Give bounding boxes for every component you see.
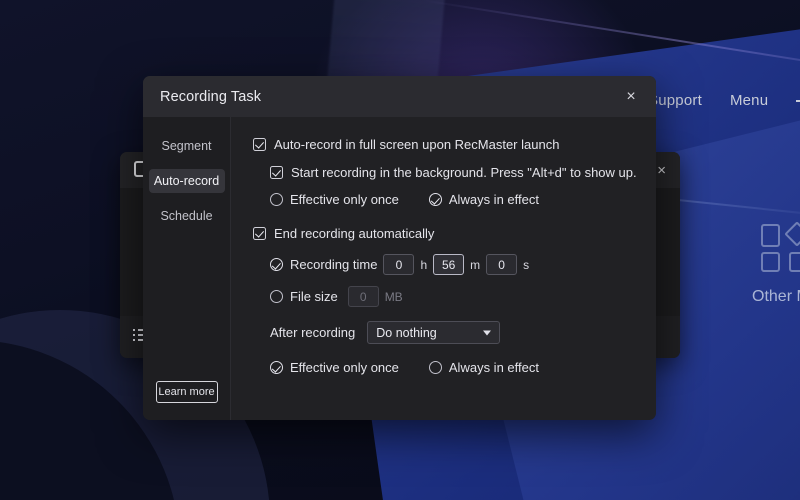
- autorecord-always-radio[interactable]: [428, 193, 442, 206]
- recording-time-radio[interactable]: [270, 258, 283, 271]
- minimize-dash-icon[interactable]: [796, 99, 800, 102]
- background-recording-checkbox[interactable]: [270, 166, 283, 179]
- auto-record-fullscreen-checkbox[interactable]: [253, 138, 266, 151]
- close-icon[interactable]: ×: [620, 86, 642, 108]
- background-recording-label: Start recording in the background. Press…: [291, 165, 637, 180]
- dialog-titlebar: Recording Task ×: [143, 76, 656, 117]
- end-recording-label: End recording automatically: [274, 226, 435, 241]
- file-size-option[interactable]: File size: [270, 289, 338, 304]
- hours-input[interactable]: [383, 254, 415, 275]
- autorecord-effective-once-radio[interactable]: [270, 193, 283, 206]
- dialog-content: Auto-record in full screen upon RecMaste…: [231, 117, 656, 420]
- after-effective-once-radio[interactable]: [270, 361, 283, 374]
- background-recording-row[interactable]: Start recording in the background. Press…: [253, 165, 638, 180]
- background-window-close-icon[interactable]: ×: [657, 163, 666, 178]
- other-mode-grid-icon: [759, 221, 800, 274]
- autorecord-effect-radio-group: Effective only once Always in effect: [253, 192, 638, 207]
- learn-more-button[interactable]: Learn more: [155, 381, 218, 403]
- seconds-unit-label: s: [523, 257, 530, 272]
- file-size-unit-label: MB: [384, 289, 403, 304]
- autorecord-effective-once-option[interactable]: Effective only once: [270, 192, 399, 207]
- hours-unit-label: h: [420, 257, 428, 272]
- desktop-background: Support Menu Other Mo × Recording Task ×…: [0, 0, 800, 500]
- autorecord-always-label: Always in effect: [448, 192, 539, 207]
- sidebar-item-schedule[interactable]: Schedule: [149, 204, 225, 228]
- after-recording-select-wrapper: Do nothing: [367, 321, 501, 344]
- file-size-input[interactable]: [347, 286, 379, 307]
- recording-time-label: Recording time: [290, 257, 378, 272]
- support-link[interactable]: Support: [648, 92, 702, 109]
- recording-task-dialog: Recording Task × Segment Auto-record Sch…: [143, 76, 656, 420]
- file-size-row: File size MB: [253, 286, 638, 307]
- after-recording-select[interactable]: Do nothing: [367, 321, 501, 344]
- minutes-input[interactable]: [433, 254, 465, 275]
- minutes-unit-label: m: [470, 257, 481, 272]
- after-effective-once-label: Effective only once: [290, 360, 399, 375]
- after-always-option[interactable]: Always in effect: [428, 360, 539, 375]
- end-recording-row[interactable]: End recording automatically: [253, 226, 638, 241]
- file-size-radio[interactable]: [270, 290, 283, 303]
- recording-time-option[interactable]: Recording time: [270, 257, 377, 272]
- end-recording-checkbox[interactable]: [253, 227, 266, 240]
- after-always-label: Always in effect: [448, 360, 539, 375]
- autorecord-effective-once-label: Effective only once: [290, 192, 399, 207]
- auto-record-fullscreen-row[interactable]: Auto-record in full screen upon RecMaste…: [253, 137, 638, 152]
- dialog-body: Segment Auto-record Schedule Learn more …: [143, 117, 656, 420]
- other-mode-label: Other Mo: [752, 288, 800, 305]
- file-size-label: File size: [290, 289, 338, 304]
- dialog-title: Recording Task: [160, 88, 262, 105]
- after-effective-once-option[interactable]: Effective only once: [270, 360, 399, 375]
- after-recording-label: After recording: [270, 325, 356, 340]
- after-recording-effect-radio-group: Effective only once Always in effect: [253, 360, 638, 375]
- other-mode-block[interactable]: Other Mo: [752, 221, 800, 306]
- auto-record-fullscreen-label: Auto-record in full screen upon RecMaste…: [274, 137, 560, 152]
- sidebar-item-auto-record[interactable]: Auto-record: [148, 169, 225, 193]
- sidebar-item-segment[interactable]: Segment: [149, 134, 225, 158]
- autorecord-always-option[interactable]: Always in effect: [428, 192, 539, 207]
- menu-link[interactable]: Menu: [730, 92, 768, 109]
- recording-time-row: Recording time h m s: [253, 254, 638, 275]
- after-always-radio[interactable]: [428, 361, 442, 374]
- seconds-input[interactable]: [486, 254, 518, 275]
- app-header-background: Support Menu: [648, 92, 800, 109]
- after-recording-row: After recording Do nothing: [253, 321, 638, 344]
- dialog-sidebar: Segment Auto-record Schedule Learn more: [143, 117, 231, 420]
